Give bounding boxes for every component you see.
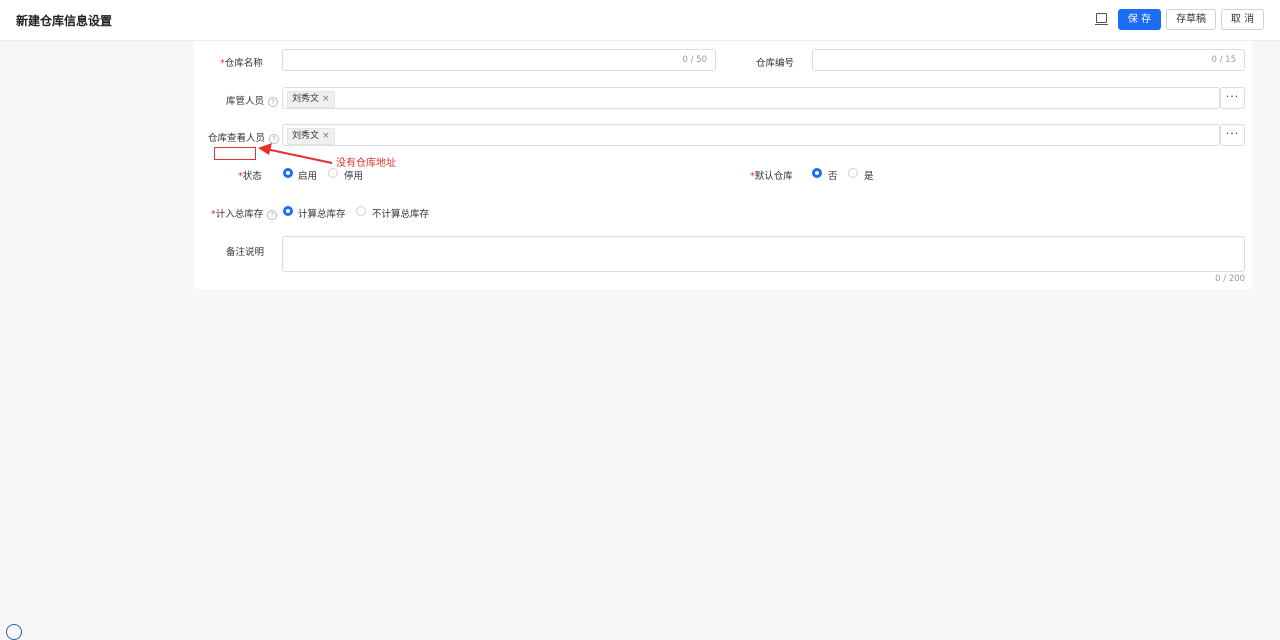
default-yes-label[interactable]: 是 <box>864 168 874 182</box>
count-total-no-radio[interactable] <box>356 206 366 216</box>
managers-label: 库管人员? <box>226 93 279 107</box>
remarks-counter: 0 / 200 <box>1215 274 1245 284</box>
corner-circle-icon <box>6 624 22 640</box>
default-warehouse-label: *默认仓库 <box>750 171 793 182</box>
viewers-more-button[interactable]: ··· <box>1220 124 1245 146</box>
remarks-label: 备注说明 <box>226 247 265 258</box>
count-total-label: *计入总库存? <box>211 206 278 220</box>
count-total-yes-radio[interactable] <box>283 206 293 216</box>
default-no-label[interactable]: 否 <box>828 168 838 182</box>
help-icon[interactable]: ? <box>267 209 278 220</box>
remarks-textarea[interactable] <box>282 236 1245 272</box>
warehouse-code-label: 仓库编号 <box>756 58 795 69</box>
default-yes-radio[interactable] <box>848 168 858 178</box>
warehouse-code-counter: 0 / 15 <box>1211 55 1237 65</box>
top-bar: 新建仓库信息设置 保 存 存草稿 取 消 <box>0 0 1280 41</box>
save-draft-button[interactable]: 存草稿 <box>1166 9 1216 30</box>
warehouse-name-input[interactable]: 0 / 50 <box>282 49 716 71</box>
annotation-text: 没有仓库地址 <box>336 158 396 169</box>
managers-more-button[interactable]: ··· <box>1220 87 1245 109</box>
default-no-radio[interactable] <box>812 168 822 178</box>
laptop-icon[interactable] <box>1095 13 1108 25</box>
manager-tag: 刘秀文 × <box>287 91 335 108</box>
save-button[interactable]: 保 存 <box>1118 9 1161 30</box>
warehouse-name-label: *仓库名称 <box>220 58 263 69</box>
warehouse-code-input[interactable]: 0 / 15 <box>812 49 1245 71</box>
viewers-select[interactable]: 刘秀文 × <box>282 124 1220 146</box>
warehouse-name-counter: 0 / 50 <box>682 55 708 65</box>
count-total-yes-label[interactable]: 计算总库存 <box>298 206 346 220</box>
annotation-box <box>214 147 256 160</box>
status-enabled-radio[interactable] <box>283 168 293 178</box>
status-disabled-label[interactable]: 停用 <box>344 168 363 182</box>
tag-close-icon[interactable]: × <box>322 94 330 104</box>
status-enabled-label[interactable]: 启用 <box>298 168 317 182</box>
help-icon[interactable]: ? <box>268 96 279 107</box>
count-total-no-label[interactable]: 不计算总库存 <box>372 206 429 220</box>
status-label: *状态 <box>238 171 262 182</box>
page-title: 新建仓库信息设置 <box>16 14 113 28</box>
cancel-button[interactable]: 取 消 <box>1221 9 1264 30</box>
annotation-arrow-icon <box>258 143 333 164</box>
managers-select[interactable]: 刘秀文 × <box>282 87 1220 109</box>
status-disabled-radio[interactable] <box>328 168 338 178</box>
